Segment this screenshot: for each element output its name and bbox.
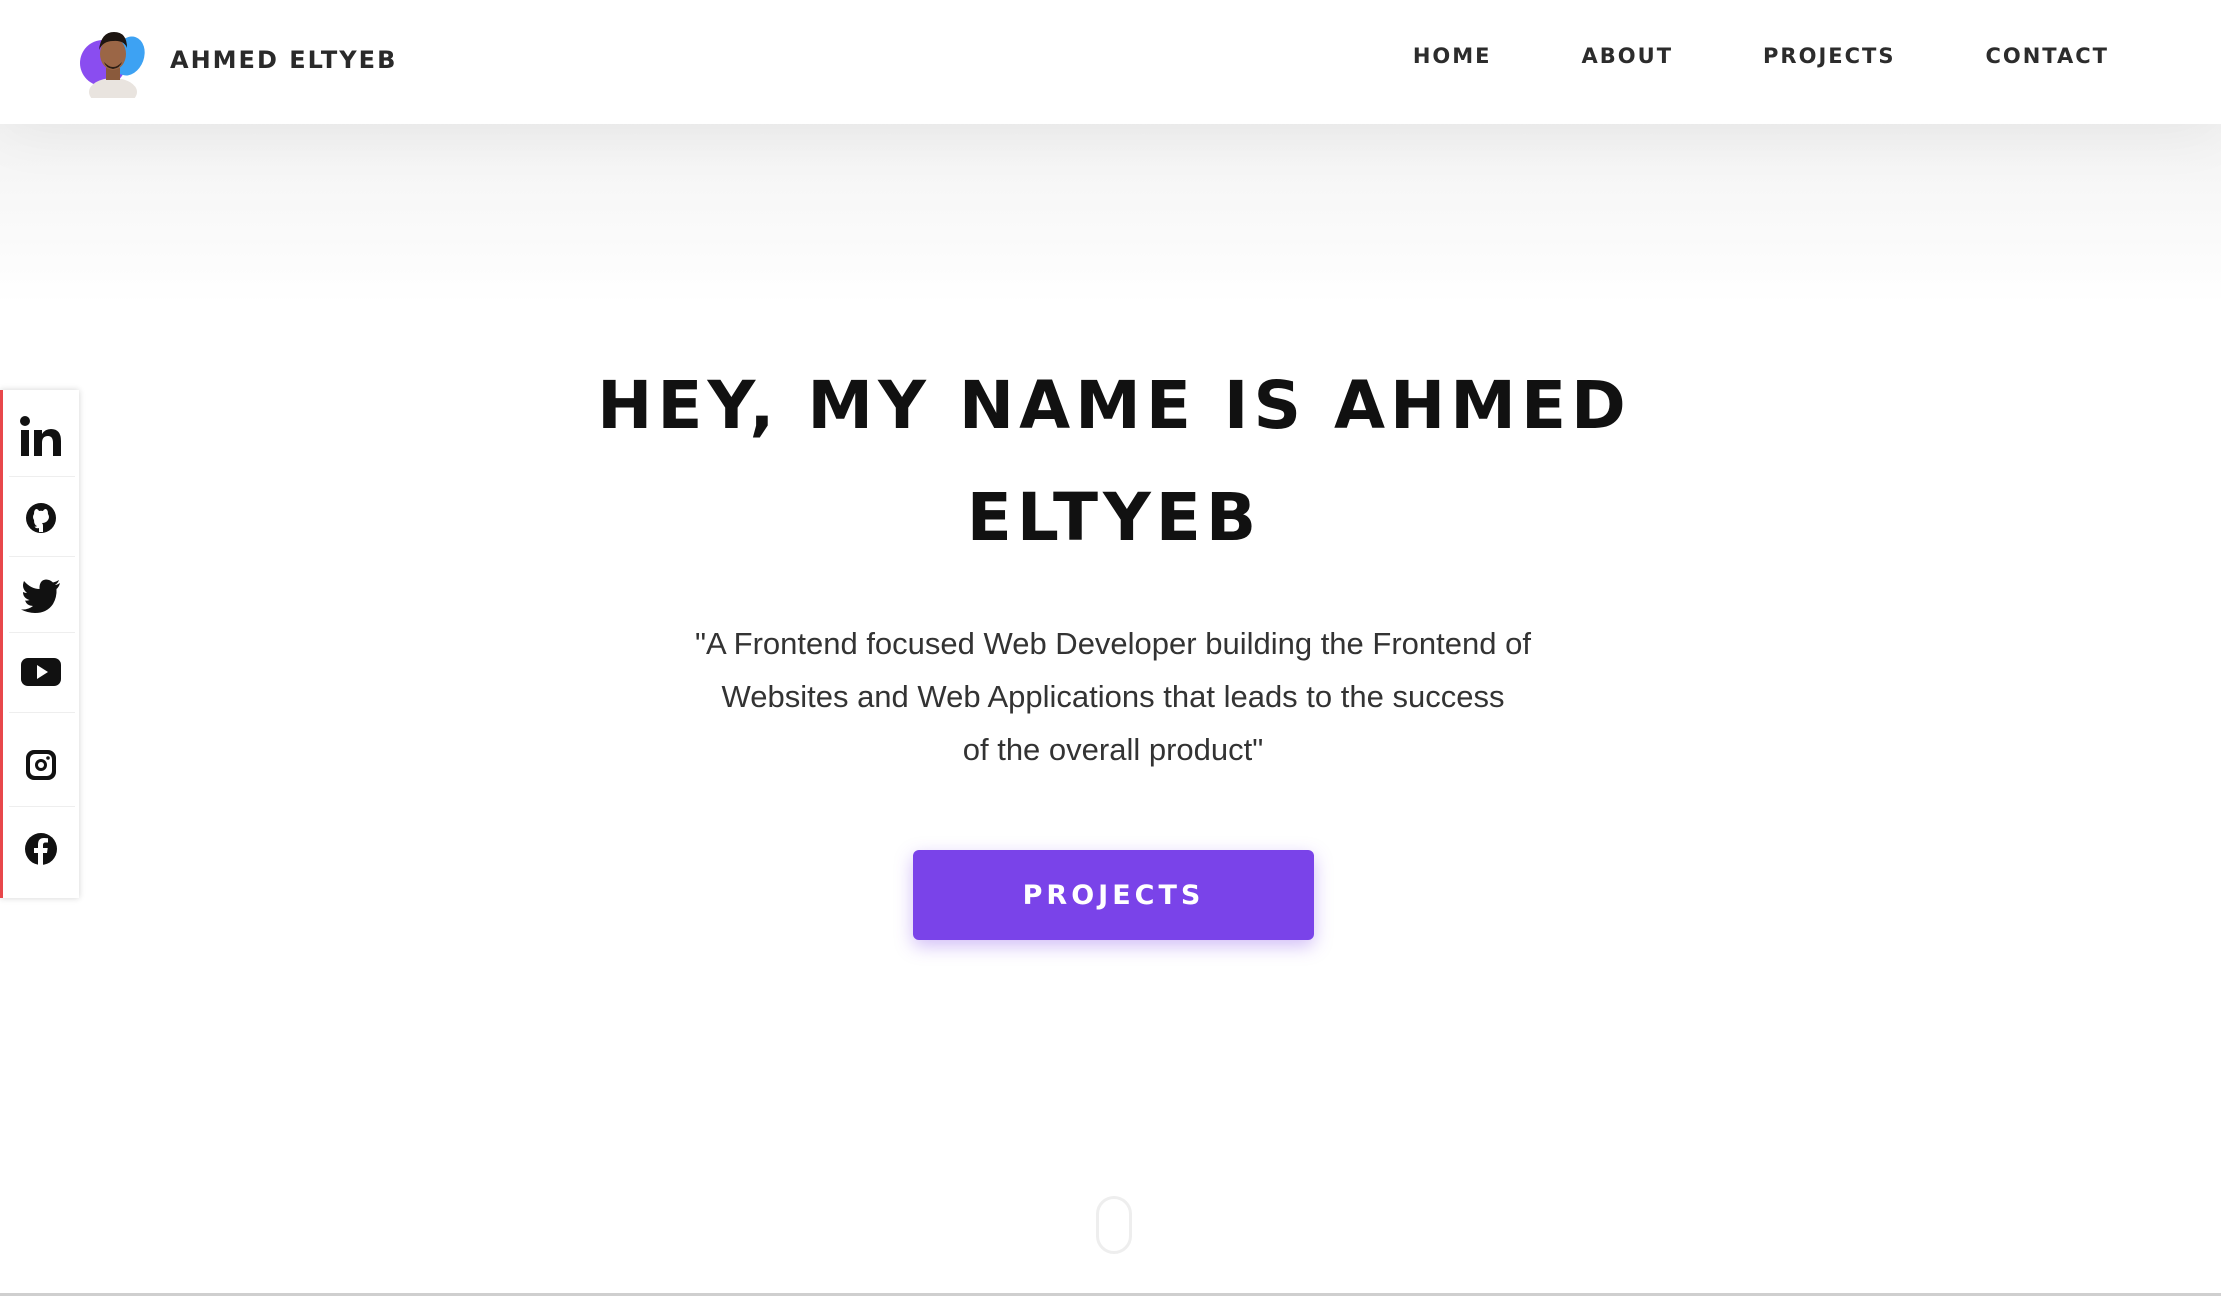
social-divider: [9, 632, 75, 633]
social-sidebar: [0, 390, 79, 898]
nav-home[interactable]: HOME: [1413, 44, 1492, 68]
hero-title-line2: ELTYEB: [966, 479, 1262, 556]
social-link-twitter[interactable]: [3, 566, 79, 626]
hero-title-line1: HEY, MY NAME IS AHMED: [597, 367, 1631, 444]
youtube-icon: [21, 658, 61, 686]
linkedin-icon: [20, 416, 61, 456]
facebook-icon: [25, 833, 57, 865]
brand-name[interactable]: AHMED ELTYEB: [170, 46, 397, 74]
nav-projects[interactable]: PROJECTS: [1763, 44, 1895, 68]
page: AHMED ELTYEB HOME ABOUT PROJECTS CONTACT: [0, 0, 2221, 1296]
social-link-linkedin[interactable]: [3, 402, 79, 472]
social-divider: [9, 806, 75, 807]
scroll-indicator-icon[interactable]: [1096, 1196, 1132, 1254]
github-icon: [26, 503, 56, 533]
hero-title: HEY, MY NAME IS AHMED ELTYEB: [580, 350, 1648, 574]
social-divider: [9, 476, 75, 477]
social-link-instagram[interactable]: [3, 730, 79, 800]
social-divider: [9, 712, 75, 713]
instagram-icon: [26, 750, 56, 780]
twitter-icon: [21, 579, 60, 613]
social-link-youtube[interactable]: [3, 642, 79, 702]
nav-contact[interactable]: CONTACT: [1985, 44, 2109, 68]
social-link-facebook[interactable]: [3, 814, 79, 884]
site-header: AHMED ELTYEB HOME ABOUT PROJECTS CONTACT: [0, 0, 2221, 124]
avatar: [78, 22, 150, 98]
hero-subtitle-line3: of the overall product": [962, 732, 1264, 767]
hero-subtitle-line1: "A Frontend focused Web Developer buildi…: [695, 626, 1531, 661]
brand[interactable]: AHMED ELTYEB: [78, 22, 397, 98]
avatar-portrait: [89, 32, 137, 98]
social-divider: [9, 556, 75, 557]
nav-about[interactable]: ABOUT: [1582, 44, 1674, 68]
projects-button[interactable]: PROJECTS: [913, 850, 1314, 940]
hero-background-shade: [0, 124, 2221, 304]
social-link-github[interactable]: [3, 486, 79, 550]
hero-subtitle-line2: Websites and Web Applications that leads…: [721, 679, 1505, 714]
hero-subtitle: "A Frontend focused Web Developer buildi…: [680, 617, 1546, 776]
main-nav: HOME ABOUT PROJECTS CONTACT: [1323, 44, 2109, 68]
